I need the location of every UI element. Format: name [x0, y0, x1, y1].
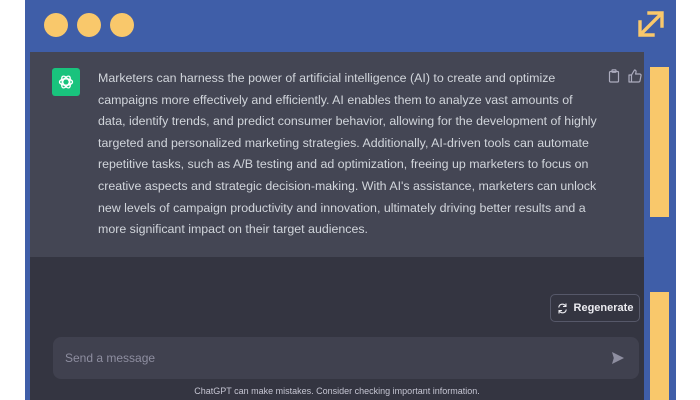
- decorative-side-bar-bottom: [650, 292, 669, 400]
- chat-area: Marketers can harness the power of artif…: [30, 52, 644, 400]
- regenerate-label: Regenerate: [573, 302, 634, 314]
- app-window: Marketers can harness the power of artif…: [25, 0, 676, 400]
- message-composer: [53, 337, 639, 379]
- regenerate-button[interactable]: Regenerate: [550, 294, 640, 322]
- expand-arrows-icon[interactable]: [634, 7, 668, 41]
- assistant-message: Marketers can harness the power of artif…: [30, 52, 644, 257]
- window-close-dot[interactable]: [44, 13, 68, 37]
- thumbs-up-icon[interactable]: [628, 69, 642, 83]
- disclaimer-text: ChatGPT can make mistakes. Consider chec…: [194, 386, 480, 396]
- refresh-icon: [557, 302, 567, 314]
- message-input[interactable]: [65, 337, 595, 379]
- decorative-side-bar-top: [650, 67, 669, 217]
- window-minimize-dot[interactable]: [77, 13, 101, 37]
- copy-icon[interactable]: [608, 69, 620, 83]
- send-icon[interactable]: [611, 351, 625, 365]
- window-maximize-dot[interactable]: [110, 13, 134, 37]
- message-text: Marketers can harness the power of artif…: [98, 71, 597, 237]
- chatgpt-logo-icon: [52, 68, 80, 96]
